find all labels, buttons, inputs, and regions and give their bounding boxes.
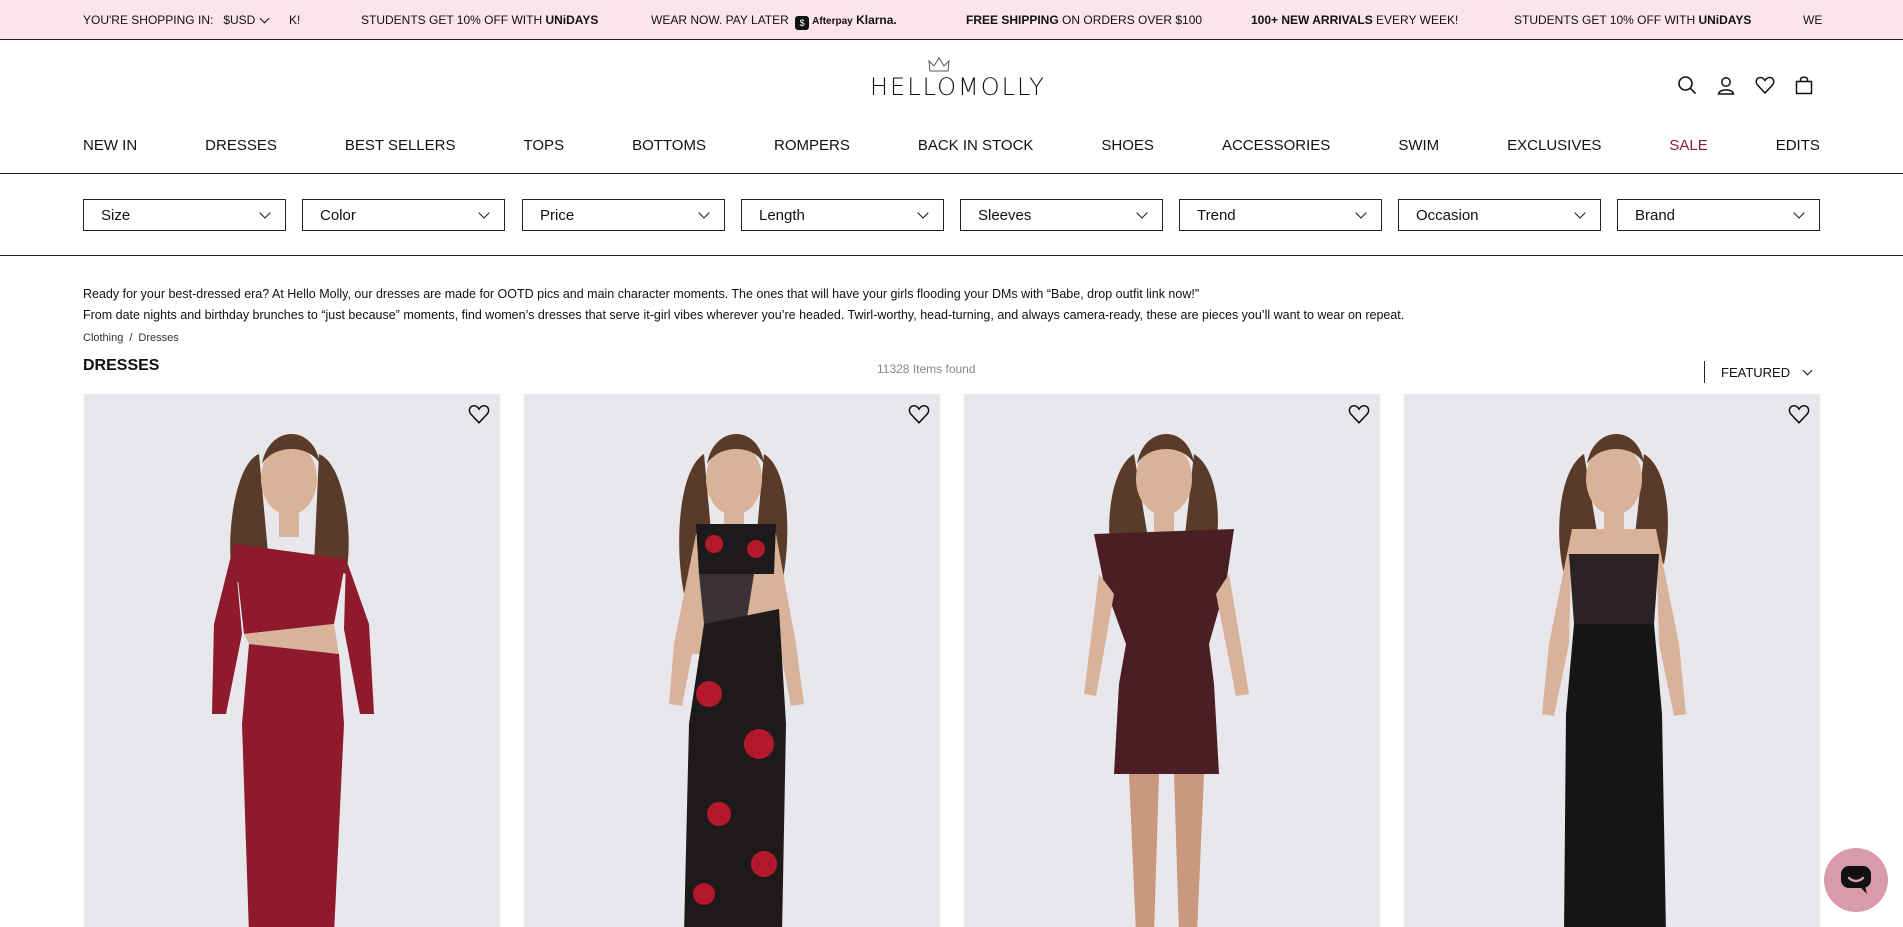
nav-item-tops[interactable]: TOPS — [524, 137, 565, 154]
chevron-down-icon — [1355, 207, 1367, 219]
product-image — [1404, 394, 1820, 927]
promo-text: WEAR NOW. PAY LATER — [651, 13, 789, 27]
chevron-down-icon — [917, 207, 929, 219]
chevron-down-icon — [478, 207, 490, 219]
nav-item-new-in[interactable]: NEW IN — [83, 137, 137, 154]
nav-item-accessories[interactable]: ACCESSORIES — [1222, 137, 1330, 154]
currency-label: YOU'RE SHOPPING IN: — [83, 13, 214, 27]
unidays-logo: UNiDAYS — [545, 13, 599, 27]
product-card[interactable] — [524, 394, 940, 927]
promo-unidays[interactable]: STUDENTS GET 10% OFF WITH UNiDAYS — [361, 13, 598, 27]
site-header: HELLOMOLLY NEW IN DRESSES BEST SELLERS T… — [0, 41, 1903, 174]
nav-item-shoes[interactable]: SHOES — [1101, 137, 1154, 154]
promo-text: ON ORDERS OVER $100 — [1062, 13, 1203, 27]
filter-color[interactable]: Color — [302, 199, 505, 231]
filter-label: Price — [540, 207, 575, 224]
nav-item-dresses[interactable]: DRESSES — [205, 137, 277, 154]
chevron-down-icon — [1574, 207, 1586, 219]
nav-item-swim[interactable]: SWIM — [1398, 137, 1439, 154]
chat-button[interactable] — [1824, 848, 1888, 912]
chevron-down-icon — [259, 13, 270, 23]
category-description: Ready for your best-dressed era? At Hell… — [83, 284, 1404, 326]
promo-bold: FREE SHIPPING — [966, 13, 1059, 27]
filter-label: Length — [759, 207, 805, 224]
product-card[interactable] — [84, 394, 500, 927]
klarna-logo: Klarna. — [856, 13, 897, 27]
site-logo[interactable]: HELLOMOLLY — [870, 73, 1046, 101]
chevron-down-icon — [698, 207, 710, 219]
promo-text: STUDENTS GET 10% OFF WITH — [1514, 13, 1696, 27]
product-image — [524, 394, 940, 927]
filter-sleeves[interactable]: Sleeves — [960, 199, 1163, 231]
filter-bar: Size Color Price Length Sleeves Trend Oc… — [0, 174, 1903, 256]
breadcrumb-dresses[interactable]: Dresses — [138, 332, 178, 344]
filter-label: Sleeves — [978, 207, 1032, 224]
filter-trend[interactable]: Trend — [1179, 199, 1382, 231]
filter-label: Brand — [1635, 207, 1676, 224]
breadcrumb-separator: / — [129, 332, 133, 344]
promo-unidays-repeat[interactable]: STUDENTS GET 10% OFF WITH UNiDAYS — [1514, 13, 1751, 27]
currency-value: $USD — [223, 13, 256, 27]
nav-item-rompers[interactable]: ROMPERS — [774, 137, 850, 154]
afterpay-label: Afterpay — [812, 16, 853, 27]
account-icon[interactable] — [1715, 74, 1736, 95]
nav-item-edits[interactable]: EDITS — [1776, 137, 1820, 154]
nav-item-bottoms[interactable]: BOTTOMS — [632, 137, 706, 154]
breadcrumb: Clothing / Dresses — [83, 332, 179, 344]
announcement-bar: YOU'RE SHOPPING IN: $USD K! STUDENTS GET… — [0, 0, 1903, 40]
promo-new-arrivals[interactable]: 100+ NEW ARRIVALS EVERY WEEK! — [1251, 13, 1458, 27]
wishlist-icon[interactable] — [1754, 74, 1775, 95]
sort-label: FEATURED — [1721, 364, 1791, 380]
wishlist-heart-icon[interactable] — [468, 403, 490, 425]
nav-item-exclusives[interactable]: EXCLUSIVES — [1507, 137, 1601, 154]
search-icon[interactable] — [1676, 74, 1697, 95]
description-line: Ready for your best-dressed era? At Hell… — [83, 287, 1199, 301]
filter-size[interactable]: Size — [83, 199, 286, 231]
product-card[interactable] — [964, 394, 1380, 927]
promo-fragment: K! — [289, 13, 301, 27]
wishlist-heart-icon[interactable] — [908, 403, 930, 425]
crown-icon — [928, 57, 950, 72]
filter-label: Color — [320, 207, 356, 224]
filter-occasion[interactable]: Occasion — [1398, 199, 1601, 231]
product-image — [84, 394, 500, 927]
page-title: DRESSES — [83, 357, 160, 374]
description-line: From date nights and birthday brunches t… — [83, 308, 1405, 322]
main-navigation: NEW IN DRESSES BEST SELLERS TOPS BOTTOMS… — [83, 137, 1820, 154]
chevron-down-icon — [259, 207, 271, 219]
filter-label: Trend — [1197, 207, 1236, 224]
filter-length[interactable]: Length — [741, 199, 944, 231]
filter-price[interactable]: Price — [522, 199, 725, 231]
breadcrumb-clothing[interactable]: Clothing — [83, 332, 123, 344]
promo-pay-later[interactable]: WEAR NOW. PAY LATER $ Afterpay Klarna. — [651, 13, 897, 30]
header-icons — [1676, 74, 1814, 95]
promo-text: STUDENTS GET 10% OFF WITH — [361, 13, 543, 27]
bag-icon[interactable] — [1793, 74, 1814, 95]
promo-bold: 100+ NEW ARRIVALS — [1251, 13, 1373, 27]
chevron-down-icon — [1793, 207, 1805, 219]
promo-text: EVERY WEEK! — [1376, 13, 1459, 27]
items-count: 11328 Items found — [877, 362, 976, 376]
afterpay-icon: $ — [795, 16, 810, 30]
wishlist-heart-icon[interactable] — [1348, 403, 1370, 425]
chevron-down-icon — [1136, 207, 1148, 219]
filter-label: Size — [101, 207, 131, 224]
promo-free-shipping[interactable]: FREE SHIPPING ON ORDERS OVER $100 — [966, 13, 1202, 27]
sort-dropdown[interactable]: FEATURED — [1704, 361, 1813, 383]
filter-label: Occasion — [1416, 207, 1479, 224]
unidays-logo: UNiDAYS — [1698, 13, 1752, 27]
wishlist-heart-icon[interactable] — [1788, 403, 1810, 425]
nav-item-sale[interactable]: SALE — [1669, 137, 1707, 154]
nav-item-back-in-stock[interactable]: BACK IN STOCK — [918, 137, 1034, 154]
product-image — [964, 394, 1380, 927]
chat-icon — [1841, 866, 1871, 894]
chevron-down-icon — [1802, 365, 1813, 375]
product-card[interactable] — [1404, 394, 1820, 927]
filter-brand[interactable]: Brand — [1617, 199, 1820, 231]
currency-selector[interactable]: YOU'RE SHOPPING IN: $USD — [83, 13, 270, 27]
promo-fragment: WE — [1803, 13, 1823, 27]
nav-item-best-sellers[interactable]: BEST SELLERS — [345, 137, 456, 154]
